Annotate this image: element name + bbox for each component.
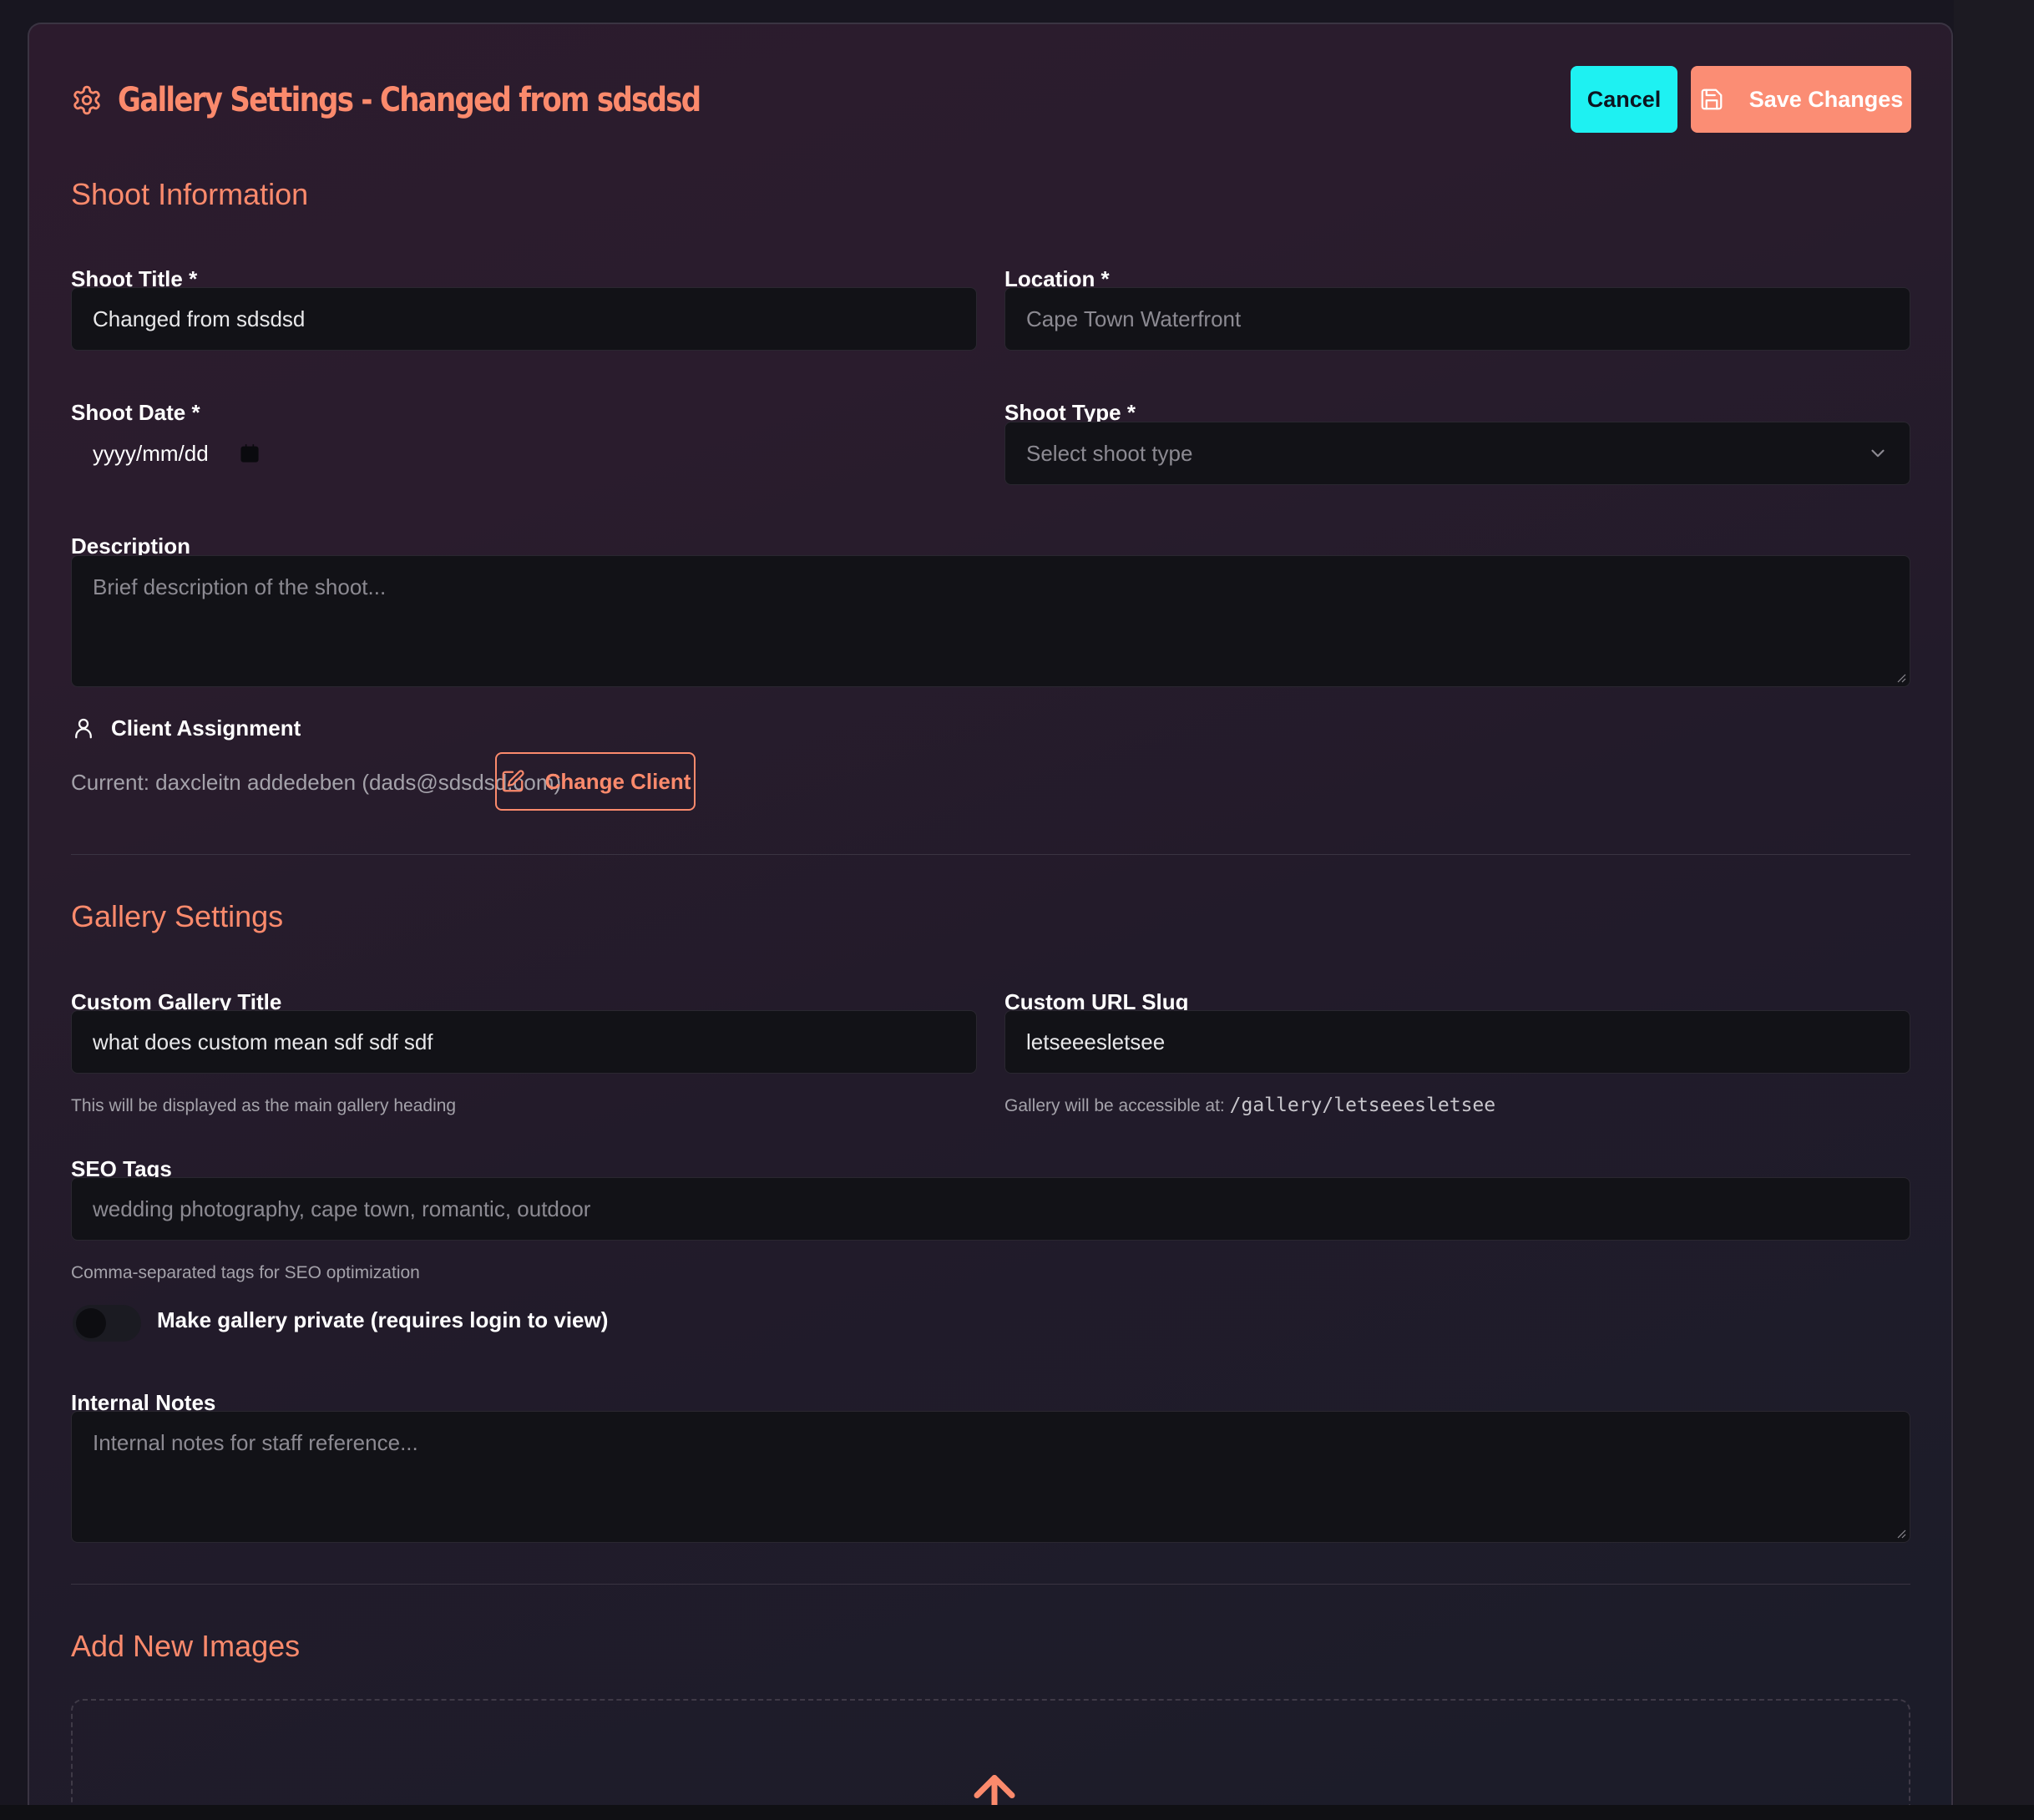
- description-textarea[interactable]: Brief description of the shoot...: [71, 555, 1910, 687]
- section-divider: [71, 854, 1910, 855]
- url-slug-help-prefix: Gallery will be accessible at:: [1004, 1096, 1225, 1115]
- gallery-settings-panel: Gallery Settings - Changed from sdsdsd C…: [28, 23, 1953, 1807]
- custom-gallery-title-help: This will be displayed as the main galle…: [71, 1096, 457, 1115]
- shoot-type-select[interactable]: Select shoot type: [1004, 422, 1910, 485]
- edit-icon: [502, 770, 524, 792]
- user-icon: [75, 718, 92, 739]
- change-client-button[interactable]: Change Client: [495, 752, 696, 811]
- panel-header: Gallery Settings - Changed from sdsdsd C…: [71, 66, 1911, 134]
- add-new-images-heading: Add New Images: [71, 1629, 301, 1663]
- internal-notes-placeholder: Internal notes for staff reference...: [93, 1430, 418, 1455]
- internal-notes-textarea[interactable]: Internal notes for staff reference...: [71, 1411, 1910, 1543]
- shoot-date-placeholder: yyyy/mm/dd: [93, 440, 209, 466]
- location-input[interactable]: Cape Town Waterfront: [1004, 287, 1910, 351]
- seo-tags-help: Comma-separated tags for SEO optimizatio…: [71, 1263, 420, 1282]
- custom-gallery-title-input[interactable]: what does custom mean sdf sdf sdf: [71, 1010, 977, 1074]
- section-divider: [71, 1584, 1910, 1585]
- shoot-title-input[interactable]: Changed from sdsdsd: [71, 287, 977, 351]
- gallery-settings-heading: Gallery Settings: [71, 899, 284, 933]
- resize-handle-icon[interactable]: [1896, 673, 1906, 683]
- title-group: Gallery Settings - Changed from sdsdsd: [71, 66, 803, 134]
- page-bottom-bar: [0, 1805, 2034, 1820]
- url-slug-input[interactable]: letseeesletsee: [1004, 1010, 1910, 1074]
- shoot-date-input[interactable]: yyyy/mm/dd: [71, 422, 977, 485]
- calendar-icon[interactable]: [239, 442, 261, 464]
- image-upload-dropzone[interactable]: [71, 1699, 1910, 1807]
- shoot-type-selected: Select shoot type: [1026, 440, 1193, 466]
- current-client-text: Current: daxcleitn addedeben (dads@sdsds…: [71, 769, 562, 795]
- seo-tags-input[interactable]: wedding photography, cape town, romantic…: [71, 1177, 1910, 1241]
- cancel-button[interactable]: Cancel: [1571, 66, 1677, 133]
- upload-arrow-icon: [974, 1775, 1015, 1807]
- client-assignment-label: Client Assignment: [111, 715, 301, 741]
- toggle-knob: [76, 1308, 106, 1338]
- page-margin: [1954, 0, 2034, 1820]
- save-changes-label: Save Changes: [1748, 86, 1904, 112]
- chevron-down-icon: [1871, 449, 1885, 458]
- description-placeholder: Brief description of the shoot...: [93, 574, 387, 599]
- client-assignment-header: Client Assignment: [71, 711, 301, 745]
- floppy-disk-icon: [1701, 88, 1723, 110]
- page-title: Gallery Settings - Changed from sdsdsd: [118, 81, 701, 119]
- shoot-information-heading: Shoot Information: [71, 177, 309, 211]
- gear-icon: [73, 85, 100, 115]
- url-slug-help: Gallery will be accessible at: /gallery/…: [1004, 1095, 1495, 1116]
- url-slug-help-path: /gallery/letseeesletsee: [1229, 1095, 1496, 1116]
- change-client-label: Change Client: [544, 768, 691, 794]
- save-changes-button[interactable]: Save Changes: [1691, 66, 1911, 133]
- resize-handle-icon[interactable]: [1896, 1529, 1906, 1539]
- private-gallery-label: Make gallery private (requires login to …: [157, 1307, 609, 1332]
- private-gallery-toggle[interactable]: [73, 1305, 141, 1342]
